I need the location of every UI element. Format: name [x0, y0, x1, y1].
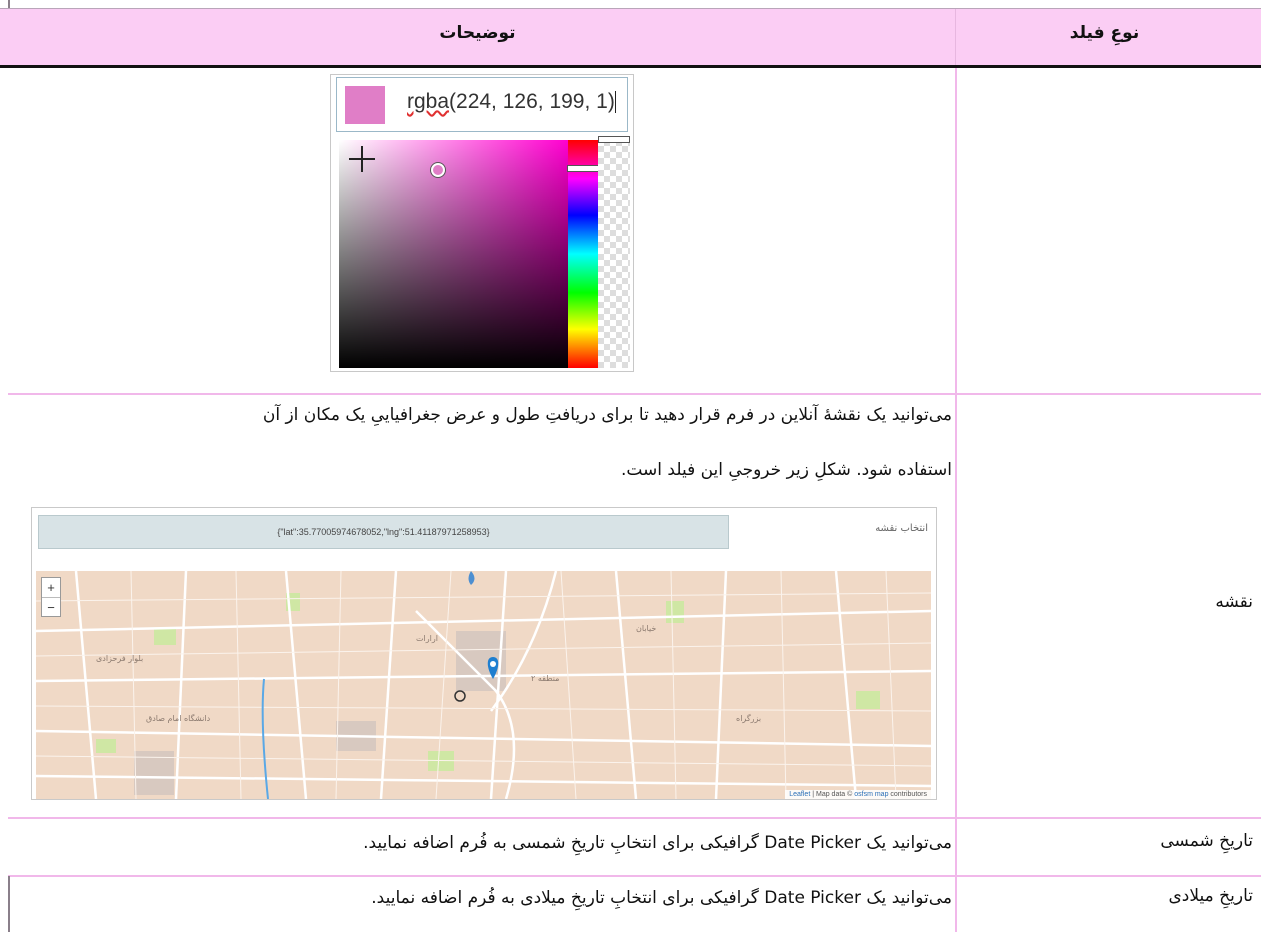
- map-attribution: Leaflet | Map data © osfsm map contribut…: [785, 790, 931, 799]
- left-border: [8, 876, 10, 932]
- field-type-shamsi: تاریخِ شمسی: [1160, 831, 1253, 851]
- header-description: توضیحات: [439, 23, 516, 43]
- map-description-line1: می‌توانید یک نقشهٔ آنلاین در فرم قرار ده…: [262, 405, 952, 425]
- row-divider: [8, 875, 1261, 877]
- color-value-text[interactable]: rgba(224, 126, 199, 1): [407, 90, 616, 114]
- svg-text:بزرگراه: بزرگراه: [736, 713, 761, 723]
- color-swatch: [345, 86, 385, 124]
- content-page: توضیحات نوعِ فیلد rgba(224, 126, 199, 1)…: [0, 0, 1261, 932]
- map-canvas[interactable]: ارارات منطقه ۲ بلوار فرحزادی خیابان بزرگ…: [36, 571, 931, 799]
- saturation-value-area[interactable]: [339, 140, 568, 368]
- field-type-miladi: تاریخِ میلادی: [1168, 886, 1254, 906]
- map-description-line2: استفاده شود. شکلِ زیر خروجیِ این فیلد اس…: [620, 460, 952, 480]
- text-caret: [614, 91, 616, 114]
- row-divider: [8, 393, 1261, 395]
- attribution-tail: contributors: [888, 791, 927, 798]
- svg-text:منطقه ۲: منطقه ۲: [531, 674, 559, 683]
- color-value-prefix: rgba: [407, 90, 450, 113]
- table-header: توضیحات نوعِ فیلد: [0, 8, 1261, 68]
- hue-slider[interactable]: [567, 140, 599, 368]
- latlng-output-field[interactable]: {"lat":35.77005974678052,"lng":51.411879…: [38, 515, 729, 549]
- alpha-handle[interactable]: [598, 136, 630, 143]
- color-picker[interactable]: rgba(224, 126, 199, 1): [330, 74, 634, 372]
- map-field-label: انتخاب نقشه: [875, 523, 928, 534]
- map-zoom-control: + −: [41, 577, 61, 617]
- map-widget: {"lat":35.77005974678052,"lng":51.411879…: [31, 507, 937, 800]
- zoom-out-button[interactable]: −: [42, 597, 60, 617]
- hue-handle[interactable]: [567, 165, 599, 172]
- header-field-type: نوعِ فیلد: [1069, 23, 1140, 43]
- miladi-description: می‌توانید یک Date Picker گرافیکی برای ان…: [371, 888, 952, 908]
- column-divider: [955, 68, 957, 932]
- alpha-slider[interactable]: [598, 136, 630, 368]
- svg-text:ارارات: ارارات: [416, 634, 438, 643]
- color-value-input[interactable]: rgba(224, 126, 199, 1): [336, 77, 628, 132]
- map-tiles: ارارات منطقه ۲ بلوار فرحزادی خیابان بزرگ…: [36, 571, 931, 799]
- svg-text:بلوار فرحزادی: بلوار فرحزادی: [96, 654, 143, 663]
- row-divider: [8, 817, 1261, 819]
- attribution-separator: | Map data ©: [810, 791, 855, 798]
- zoom-in-button[interactable]: +: [42, 578, 60, 597]
- svg-text:خیابان: خیابان: [636, 624, 656, 633]
- leaflet-link[interactable]: Leaflet: [789, 791, 810, 798]
- saturation-handle[interactable]: [431, 163, 445, 177]
- osm-link[interactable]: osfsm map: [854, 791, 888, 798]
- field-type-map: نقشه: [1215, 592, 1253, 612]
- color-value-rest: (224, 126, 199, 1): [449, 90, 615, 113]
- svg-text:دانشگاه امام صادق: دانشگاه امام صادق: [146, 713, 211, 723]
- shamsi-description: می‌توانید یک Date Picker گرافیکی برای ان…: [363, 833, 952, 853]
- crosshair-icon: [349, 146, 375, 172]
- left-border: [8, 0, 10, 8]
